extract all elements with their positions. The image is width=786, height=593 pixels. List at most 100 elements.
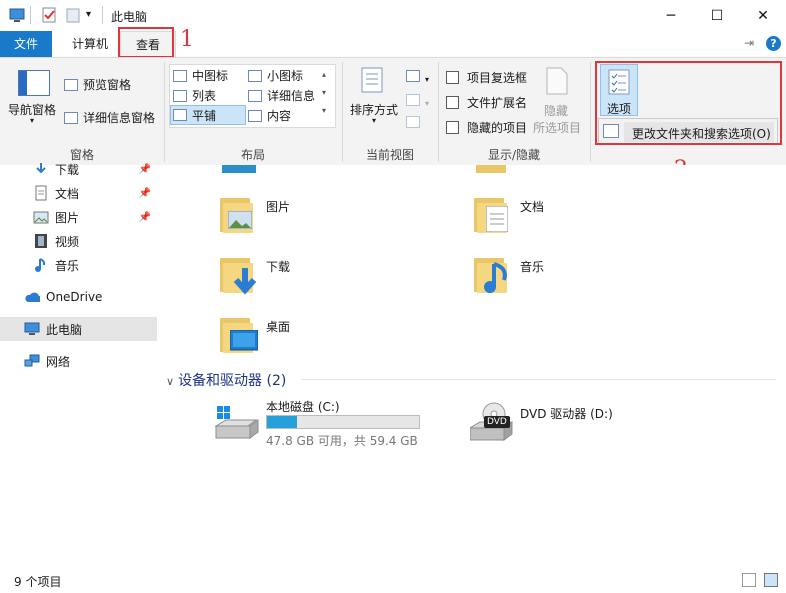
close-button[interactable]: ✕ xyxy=(740,0,786,31)
minimize-button[interactable]: ─ xyxy=(648,0,694,31)
status-bar: 9 个项目 xyxy=(0,570,786,593)
devices-section-header[interactable]: ∨ 设备和驱动器 (2) xyxy=(166,370,286,390)
group-label-layout: 布局 xyxy=(240,148,265,162)
help-icon[interactable]: ? xyxy=(766,36,781,51)
chevron-down-icon[interactable]: ▾ xyxy=(372,116,376,125)
list-option[interactable]: 列表 xyxy=(173,87,216,104)
list-label: 列表 xyxy=(192,89,217,103)
large-icons-view-icon[interactable] xyxy=(764,573,778,587)
pin-icon: 📌 xyxy=(138,187,151,199)
content-icon xyxy=(248,109,262,122)
details-label: 详细信息 xyxy=(267,89,316,103)
desktop-folder-icon[interactable] xyxy=(220,314,258,354)
disk-usage-text: 47.8 GB 可用，共 59.4 GB xyxy=(266,434,418,448)
documents-folder-icon[interactable] xyxy=(474,194,508,234)
nav-item-label: 视频 xyxy=(55,234,80,249)
group-label-show-hide: 显示/隐藏 xyxy=(487,148,541,162)
checkbox xyxy=(446,121,459,134)
item-checkboxes-toggle[interactable]: 项目复选框 xyxy=(446,69,527,86)
gallery-scroll[interactable]: ▴ ▾ ▾ xyxy=(322,66,326,120)
hide-selected-button[interactable]: 隐藏 xyxy=(544,102,568,119)
nav-item-network[interactable]: 网络 xyxy=(0,349,157,373)
nav-item-label: 下载 xyxy=(55,162,80,177)
nav-item-downloads[interactable]: 下载 📌 xyxy=(0,157,157,181)
dvd-badge: DVD xyxy=(484,416,510,428)
details-option[interactable]: 详细信息 xyxy=(248,87,315,104)
add-columns-button[interactable]: ▾ xyxy=(406,94,429,109)
item-count: 9 个项目 xyxy=(14,575,62,589)
nav-item-videos[interactable]: 视频 xyxy=(0,229,157,253)
details-pane-label: 详细信息窗格 xyxy=(83,111,156,125)
tab-file[interactable]: 文件 xyxy=(0,31,52,57)
hide-selected-button-line2: 所选项目 xyxy=(533,121,582,135)
music-icon xyxy=(33,257,49,273)
folder-name[interactable]: 桌面 xyxy=(266,318,290,335)
preview-pane-button[interactable]: 预览窗格 xyxy=(64,76,131,93)
divider xyxy=(590,62,591,162)
tiles-label: 平铺 xyxy=(192,108,217,123)
content-option[interactable]: 内容 xyxy=(248,107,291,124)
pictures-folder-icon[interactable] xyxy=(220,194,254,234)
folder-name[interactable]: 音乐 xyxy=(520,258,544,275)
computer-icon xyxy=(24,321,40,337)
document-icon xyxy=(33,185,49,201)
local-disk-icon[interactable] xyxy=(214,404,260,444)
chevron-down-icon: ∨ xyxy=(166,375,175,388)
tab-computer[interactable]: 计算机 xyxy=(60,31,120,57)
properties-icon[interactable] xyxy=(40,6,58,24)
highlight-view-tab xyxy=(118,27,174,58)
checkbox xyxy=(446,96,459,109)
folder-name[interactable]: 文档 xyxy=(520,198,544,215)
disk-usage-fill xyxy=(267,416,297,428)
chevron-down-icon[interactable]: ▾ xyxy=(30,116,34,125)
new-folder-icon[interactable] xyxy=(64,6,82,24)
customize-quick-access-icon[interactable]: ▾ xyxy=(86,9,91,20)
add-columns-icon xyxy=(406,94,420,106)
nav-item-this-pc[interactable]: 此电脑 xyxy=(0,317,157,341)
pin-icon: 📌 xyxy=(138,211,151,223)
details-view-icon[interactable] xyxy=(742,573,756,587)
divider xyxy=(102,6,103,24)
hide-selected-icon xyxy=(544,66,570,96)
pin-ribbon-icon[interactable]: ⇥ xyxy=(744,36,754,50)
drive-name[interactable]: DVD 驱动器 (D:) xyxy=(520,405,613,422)
window-title: 此电脑 xyxy=(111,10,148,24)
nav-item-label: 网络 xyxy=(46,354,71,369)
nav-item-label: OneDrive xyxy=(46,290,103,304)
computer-icon[interactable] xyxy=(8,6,26,24)
nav-item-documents[interactable]: 文档 📌 xyxy=(0,181,157,205)
network-icon xyxy=(24,353,40,369)
small-icons-icon xyxy=(248,69,262,82)
file-extensions-toggle[interactable]: 文件扩展名 xyxy=(446,94,527,111)
downloads-folder-icon[interactable] xyxy=(220,254,257,295)
video-icon xyxy=(33,233,49,249)
disk-usage-bar xyxy=(266,415,420,429)
nav-item-music[interactable]: 音乐 xyxy=(0,253,157,277)
folder-name[interactable]: 下载 xyxy=(266,258,290,275)
music-folder-icon[interactable] xyxy=(474,254,508,294)
details-pane-button[interactable]: 详细信息窗格 xyxy=(64,109,155,126)
small-icons-option[interactable]: 小图标 xyxy=(248,67,303,84)
details-pane-icon xyxy=(64,111,78,124)
folder-partial xyxy=(222,165,256,173)
preview-pane-icon xyxy=(64,78,78,91)
group-by-icon xyxy=(406,70,420,82)
dvd-drive-icon[interactable]: DVD xyxy=(468,402,516,442)
folder-name[interactable]: 图片 xyxy=(266,198,290,215)
group-by-button[interactable]: ▾ xyxy=(406,70,429,85)
nav-item-onedrive[interactable]: OneDrive xyxy=(0,285,157,309)
sort-by-icon xyxy=(360,66,388,96)
size-columns-button[interactable] xyxy=(406,116,425,131)
list-icon xyxy=(173,89,187,102)
medium-icons-label: 中图标 xyxy=(192,69,229,83)
size-columns-icon xyxy=(406,116,420,128)
chevron-down-icon: ▾ xyxy=(425,75,430,84)
nav-item-pictures[interactable]: 图片 📌 xyxy=(0,205,157,229)
annotation-1: 1 xyxy=(180,27,194,52)
medium-icons-option[interactable]: 中图标 xyxy=(173,67,228,84)
drive-name[interactable]: 本地磁盘 (C:) xyxy=(266,398,340,415)
tiles-option[interactable]: 平铺 xyxy=(170,105,246,125)
content-label: 内容 xyxy=(267,109,292,123)
hidden-items-toggle[interactable]: 隐藏的项目 xyxy=(446,119,527,136)
maximize-button[interactable]: ☐ xyxy=(694,0,740,31)
